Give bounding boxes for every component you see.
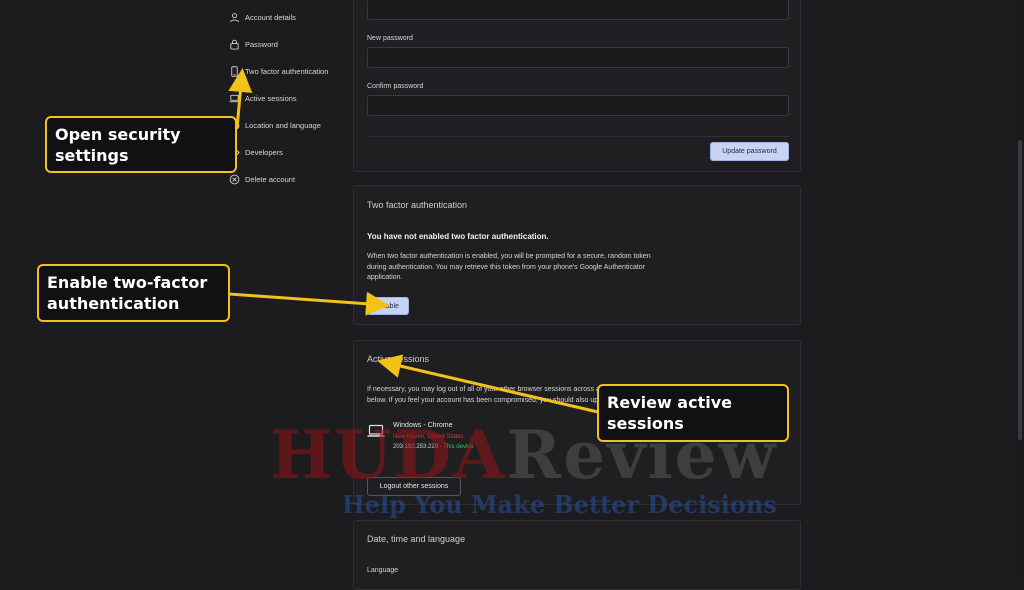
this-device-label: This device <box>443 444 474 450</box>
sidebar-item-password[interactable]: Password <box>228 34 278 54</box>
new-password-label: New password <box>367 35 413 42</box>
two-factor-description: When two factor authentication is enable… <box>367 252 651 284</box>
page-scrollbar[interactable] <box>1016 0 1024 576</box>
session-location: New Haven, United States <box>393 434 464 440</box>
date-time-language-title: Date, time and language <box>367 534 466 544</box>
user-icon <box>228 11 240 23</box>
two-factor-description-line: When two factor authentication is enable… <box>367 253 651 260</box>
current-password-field[interactable] <box>367 0 789 20</box>
active-sessions-title: Active sessions <box>367 354 430 364</box>
sidebar-item-location-language[interactable]: Location and language <box>228 115 321 135</box>
laptop-icon <box>228 92 240 104</box>
phone-icon <box>228 65 240 77</box>
session-ip-line: 203.192.253.229 - This device <box>393 444 474 450</box>
divider <box>367 136 789 137</box>
session-device: Windows - Chrome <box>393 422 453 429</box>
confirm-password-label: Confirm password <box>367 83 424 90</box>
sidebar-item-label: Two factor authentication <box>245 66 329 76</box>
two-factor-description-line: during authentication. You may retrieve … <box>367 263 646 271</box>
sidebar-item-active-sessions[interactable]: Active sessions <box>228 88 297 108</box>
logout-other-sessions-button[interactable]: Logout other sessions <box>367 477 461 496</box>
lock-icon <box>228 38 240 50</box>
two-factor-status: You have not enabled two factor authenti… <box>367 232 549 241</box>
new-password-field[interactable] <box>367 47 789 68</box>
two-factor-description-line: application. <box>367 274 403 281</box>
sidebar-item-delete-account[interactable]: Delete account <box>228 169 295 189</box>
scrollbar-thumb[interactable] <box>1018 140 1022 440</box>
sidebar-item-account-details[interactable]: Account details <box>228 7 296 27</box>
circle-x-icon <box>228 173 240 185</box>
enable-2fa-button[interactable]: Enable <box>367 297 409 315</box>
session-ip: 203.192.253.229 <box>393 444 439 450</box>
sidebar-item-label: Password <box>245 39 278 49</box>
confirm-password-field[interactable] <box>367 95 789 116</box>
sidebar-item-label: Developers <box>245 147 283 157</box>
password-card: New password Confirm password Update pas… <box>353 0 801 172</box>
language-label: Language <box>367 567 399 574</box>
callout-two-factor: Enable two-factor authentication <box>37 264 230 322</box>
callout-security-settings: Open security settings <box>45 116 237 173</box>
sidebar-item-label: Account details <box>245 12 296 22</box>
callout-active-sessions: Review active sessions <box>597 384 789 442</box>
date-time-language-card: Date, time and language Language <box>353 520 801 590</box>
two-factor-card: Two factor authentication You have not e… <box>353 185 801 325</box>
sidebar-item-label: Location and language <box>245 120 321 130</box>
update-password-button[interactable]: Update password <box>710 142 789 161</box>
sidebar-item-label: Active sessions <box>245 93 297 103</box>
laptop-icon <box>367 424 385 443</box>
two-factor-title: Two factor authentication <box>367 200 468 210</box>
sidebar-item-two-factor[interactable]: Two factor authentication <box>228 61 328 81</box>
sidebar-item-label: Delete account <box>245 174 296 184</box>
